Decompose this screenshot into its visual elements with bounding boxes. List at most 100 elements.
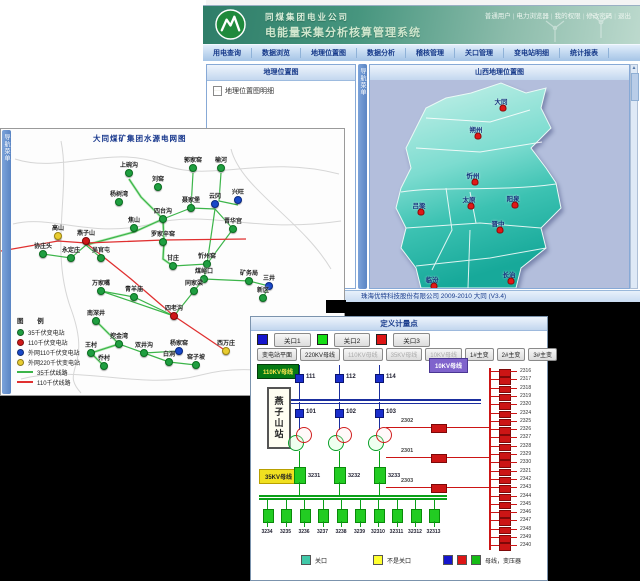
node-label-四台沟: 四台沟	[154, 206, 172, 215]
substation-node-杨树湾[interactable]	[115, 198, 123, 206]
feeder-line	[339, 451, 340, 467]
feeder35-breaker-3237[interactable]	[318, 509, 329, 523]
incomer-breaker-3232[interactable]	[334, 467, 346, 484]
feeder35-breaker-3236[interactable]	[300, 509, 311, 523]
view-toolbar: 变电站平面220KV母线110KV母线35KV母线10KV母线1#主变2#主变3…	[257, 348, 557, 360]
feeder35-label: 32310	[369, 529, 387, 535]
breaker-114[interactable]	[375, 374, 384, 383]
tree-item-geomap-detail[interactable]: 地理位置图明细	[207, 81, 355, 96]
user-link-我的权限[interactable]: 我的权限	[555, 13, 581, 20]
substation-node-上碗沟[interactable]	[125, 169, 133, 177]
substation-node-郭家窑[interactable]	[189, 164, 197, 172]
gateway-color-swatch	[376, 334, 387, 345]
nav-item-关口管理[interactable]: 关口管理	[455, 48, 504, 58]
substation-node-榆河[interactable]	[217, 164, 225, 172]
feeder35-breaker-3234[interactable]	[263, 509, 274, 523]
map-scrollbar[interactable]: ▲	[630, 64, 638, 289]
nav-item-数据分析[interactable]: 数据分析	[357, 48, 406, 58]
breaker-102[interactable]	[335, 409, 344, 418]
button-关口2[interactable]: 关口2	[334, 333, 371, 347]
user-link-修改密码[interactable]: 修改密码	[586, 13, 612, 20]
incomer-breaker-3231[interactable]	[294, 467, 306, 484]
substation-node-矿务局[interactable]	[245, 277, 253, 285]
legend-label: 110千伏变电站	[28, 338, 68, 347]
feeder35-breaker-32313[interactable]	[429, 509, 440, 523]
legend-dot-icon	[17, 349, 24, 356]
outlet-breaker-2301[interactable]	[431, 454, 447, 463]
substation-node-同家梁[interactable]	[190, 287, 198, 295]
substation-node-南深井[interactable]	[92, 317, 100, 325]
breaker-112[interactable]	[335, 374, 344, 383]
node-label-杨家窑: 杨家窑	[170, 338, 188, 347]
substation-node-罗家辛窑[interactable]	[159, 238, 167, 246]
outlet-breaker-2303[interactable]	[431, 484, 447, 493]
substation-node-云冈[interactable]	[211, 200, 219, 208]
substation-node-高山[interactable]	[54, 232, 62, 240]
substation-node-永定庄[interactable]	[67, 254, 75, 262]
nav-item-用电查询[interactable]: 用电查询	[203, 48, 252, 58]
substation-node-吴官屯[interactable]	[97, 254, 105, 262]
nav-item-数据浏览[interactable]: 数据浏览	[252, 48, 301, 58]
node-label-矿务局: 矿务局	[240, 268, 258, 277]
button-2#主变[interactable]: 2#主变	[497, 348, 526, 361]
button-3#主变[interactable]: 3#主变	[528, 348, 557, 361]
city-marker-icon	[497, 227, 504, 234]
nav-item-统计报表[interactable]: 统计报表	[560, 48, 609, 58]
breaker-103[interactable]	[375, 409, 384, 418]
city-marker-icon	[475, 133, 482, 140]
substation-node-新区[interactable]	[259, 294, 267, 302]
substation-node-挖金湾[interactable]	[115, 340, 123, 348]
substation-node-窑子坡[interactable]	[192, 361, 200, 369]
substation-node-燕子山[interactable]	[82, 237, 90, 245]
substation-node-四老沟[interactable]	[170, 312, 178, 320]
user-link-电力浏览器[interactable]: 电力浏览器	[516, 13, 549, 20]
feeder35-breaker-32310[interactable]	[374, 509, 385, 523]
outlet-breaker-2302[interactable]	[431, 424, 447, 433]
nav-item-稽核管理[interactable]: 稽核管理	[406, 48, 455, 58]
substation-node-杨家窑[interactable]	[175, 347, 183, 355]
substation-node-晋华宫[interactable]	[229, 225, 237, 233]
incomer-breaker-3233[interactable]	[374, 467, 386, 484]
feeder10-line	[489, 462, 499, 463]
button-220KV母线[interactable]: 220KV母线	[300, 348, 340, 361]
scrollbar-thumb[interactable]	[631, 73, 639, 101]
breaker-111[interactable]	[295, 374, 304, 383]
nav-collapse-strip[interactable]: 导航菜单	[358, 64, 367, 289]
substation-node-双井沟[interactable]	[140, 349, 148, 357]
feeder35-breaker-3239[interactable]	[355, 509, 366, 523]
substation-node-刘窑[interactable]	[154, 183, 162, 191]
feeder35-breaker-32311[interactable]	[392, 509, 403, 523]
substation-node-兴旺[interactable]	[234, 196, 242, 204]
button-变电站平面[interactable]: 变电站平面	[257, 348, 297, 361]
substation-node-协庄头[interactable]	[39, 250, 47, 258]
button-关口1[interactable]: 关口1	[274, 333, 311, 347]
nav-item-变电站明细[interactable]: 变电站明细	[504, 48, 560, 58]
substation-node-四台沟[interactable]	[159, 215, 167, 223]
shanxi-map[interactable]: 大同朔州忻州吕梁太原阳泉晋中临汾长治	[370, 80, 629, 288]
button-关口3[interactable]: 关口3	[393, 333, 430, 347]
substation-node-西万庄[interactable]	[222, 347, 230, 355]
substation-node-乔村[interactable]	[100, 362, 108, 370]
substation-node-聂家堡[interactable]	[187, 204, 195, 212]
substation-node-焦山[interactable]	[130, 224, 138, 232]
feeder35-breaker-32312[interactable]	[411, 509, 422, 523]
substation-node-白洞[interactable]	[165, 358, 173, 366]
user-link-退出[interactable]: 退出	[618, 13, 631, 20]
grid-collapse-strip[interactable]: 导航菜单	[2, 130, 11, 394]
substation-node-青羊庙[interactable]	[130, 293, 138, 301]
feeder35-breaker-3238[interactable]	[337, 509, 348, 523]
feeder10-label: 2344	[520, 493, 531, 499]
substation-node-万家嘴[interactable]	[97, 287, 105, 295]
node-label-挖金湾: 挖金湾	[110, 331, 128, 340]
substation-node-甘庄[interactable]	[169, 262, 177, 270]
nav-item-地理位置图[interactable]: 地理位置图	[301, 48, 357, 58]
feeder10-line	[489, 520, 499, 521]
button-1#主变[interactable]: 1#主变	[465, 348, 494, 361]
feeder10-line	[509, 421, 517, 422]
feeder35-label: 32312	[406, 529, 424, 535]
substation-node-王村[interactable]	[87, 349, 95, 357]
user-link-普通用户[interactable]: 普通用户	[485, 13, 511, 20]
breaker-101[interactable]	[295, 409, 304, 418]
legend-square-icon	[443, 555, 453, 565]
feeder35-breaker-3235[interactable]	[281, 509, 292, 523]
